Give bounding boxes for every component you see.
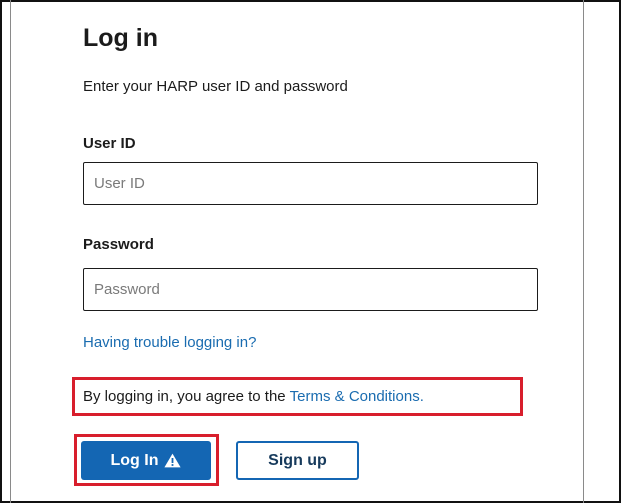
user-id-input[interactable] bbox=[83, 162, 538, 205]
terms-agreement-text: By logging in, you agree to the bbox=[83, 388, 286, 405]
password-input[interactable] bbox=[83, 268, 538, 311]
login-button[interactable]: Log In bbox=[81, 441, 211, 480]
page-subtitle: Enter your HARP user ID and password bbox=[83, 78, 348, 95]
page-title: Log in bbox=[83, 24, 158, 52]
password-label: Password bbox=[83, 236, 154, 253]
sign-up-button[interactable]: Sign up bbox=[236, 441, 359, 480]
trouble-logging-in-link[interactable]: Having trouble logging in? bbox=[83, 334, 256, 351]
warning-triangle-icon bbox=[164, 453, 182, 468]
left-divider bbox=[10, 0, 11, 503]
terms-conditions-link[interactable]: Terms & Conditions. bbox=[290, 388, 424, 405]
terms-agreement-highlight: By logging in, you agree to the Terms & … bbox=[72, 377, 523, 416]
login-button-label: Log In bbox=[110, 451, 159, 469]
right-divider bbox=[583, 0, 584, 503]
user-id-label: User ID bbox=[83, 135, 136, 152]
